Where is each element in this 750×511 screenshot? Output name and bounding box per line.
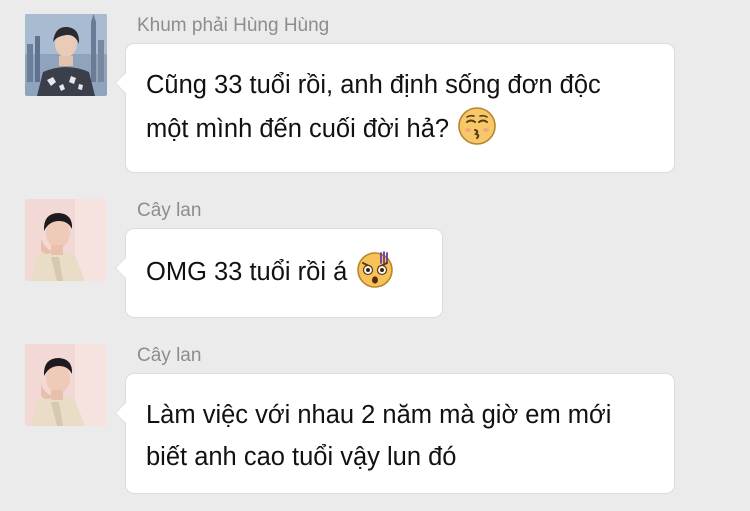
message-text-line: biết anh cao tuổi vậy lun đó bbox=[146, 443, 457, 471]
avatar[interactable] bbox=[25, 344, 107, 426]
sender-name: Cây lan bbox=[137, 345, 202, 366]
message-text-line: OMG 33 tuổi rồi á bbox=[146, 249, 422, 293]
message-text: OMG 33 tuổi rồi á bbox=[146, 258, 348, 286]
sender-name: Cây lan bbox=[137, 200, 202, 221]
sender-name: Khum phải Hùng Hùng bbox=[137, 15, 330, 36]
message-text-line: một mình đến cuối đời hả? bbox=[146, 106, 654, 150]
avatar[interactable] bbox=[25, 14, 107, 96]
avatar[interactable] bbox=[25, 199, 107, 281]
smirk-kiss-emoji-icon bbox=[457, 106, 497, 146]
bubble-tail bbox=[115, 257, 126, 279]
message-text: một mình đến cuối đời hả? bbox=[146, 115, 450, 143]
message-bubble[interactable]: OMG 33 tuổi rồi á bbox=[115, 228, 443, 318]
message-text-line: Cũng 33 tuổi rồi, anh định sống đơn độc bbox=[146, 71, 601, 99]
shocked-flustered-emoji-icon bbox=[355, 249, 395, 289]
bubble-tail bbox=[115, 402, 126, 424]
message-text-line: Làm việc với nhau 2 năm mà giờ em mới bbox=[146, 401, 612, 429]
message-bubble[interactable]: Làm việc với nhau 2 năm mà giờ em mới bi… bbox=[115, 373, 675, 494]
bubble-tail bbox=[115, 72, 126, 94]
message-bubble[interactable]: Cũng 33 tuổi rồi, anh định sống đơn độc … bbox=[115, 43, 675, 173]
